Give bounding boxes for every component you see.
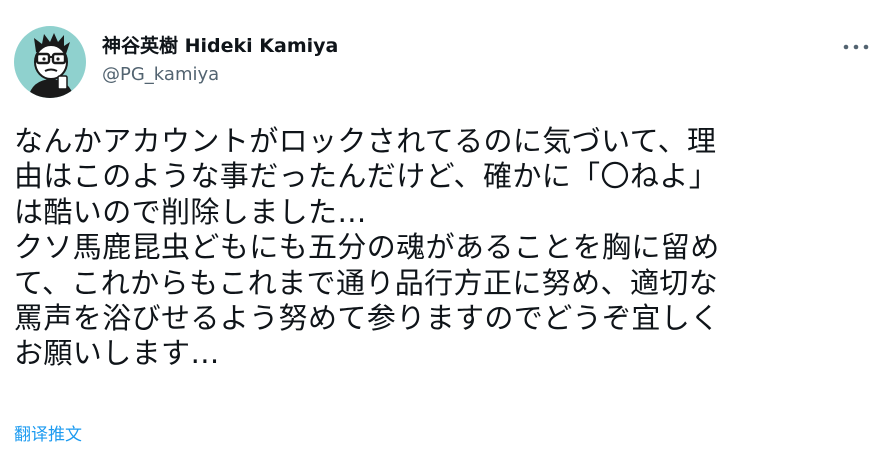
avatar[interactable]	[14, 26, 86, 98]
tweet-header: 神谷英樹 Hideki Kamiya @PG_kamiya	[14, 20, 876, 100]
tweet-text: なんかアカウントがロックされてるのに気づいて、理 由はこのような事だったんだけど…	[14, 124, 880, 372]
author-handle[interactable]: @PG_kamiya	[102, 63, 338, 87]
tweet-text-line: は酷いので削除しました…	[14, 194, 367, 229]
tweet-text-line: 罵声を浴びせるよう努めて参りますのでどうぞ宜しく	[14, 300, 720, 335]
tweet-text-line: お願いします…	[14, 336, 220, 371]
translate-tweet-link[interactable]: 翻译推文	[14, 424, 82, 446]
tweet-text-line: て、これからもこれまで通り品行方正に努め、適切な	[14, 265, 719, 300]
tweet-text-line: クソ馬鹿昆虫どもにも五分の魂があることを胸に留め	[14, 230, 720, 265]
cartoon-avatar-icon	[28, 33, 74, 98]
more-options-button[interactable]	[836, 32, 876, 62]
tweet-text-line: なんかアカウントがロックされてるのに気づいて、理	[14, 124, 717, 158]
tweet-card: 神谷英樹 Hideki Kamiya @PG_kamiya なんかアカウントがロ…	[0, 0, 890, 460]
more-horizontal-icon	[843, 44, 869, 50]
author-display-name[interactable]: 神谷英樹 Hideki Kamiya	[102, 33, 338, 59]
tweet-text-line: 由はこのような事だったんだけど、確かに「〇ねよ」	[14, 159, 719, 194]
author-names: 神谷英樹 Hideki Kamiya @PG_kamiya	[102, 33, 338, 87]
